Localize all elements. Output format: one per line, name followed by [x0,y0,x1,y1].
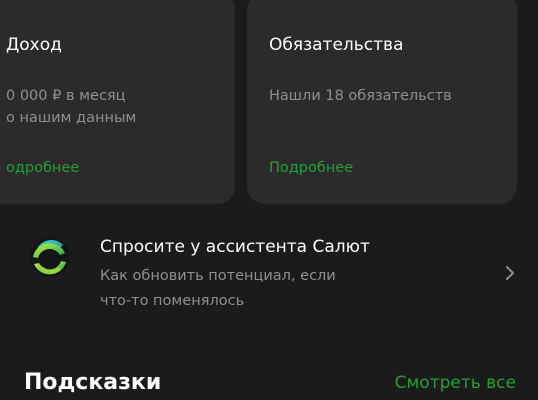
obligations-card-description: Нашли 18 обязательств [269,85,452,107]
hints-section-title: Подсказки [24,370,162,395]
income-card-source: о нашим данным [6,110,137,126]
income-details-link[interactable]: одробнее [6,158,79,178]
obligations-card-title: Обязательства [269,35,404,55]
obligations-count: Нашли 18 обязательств [269,88,452,104]
income-card[interactable]: Доход 0 000 ₽ в месяц о нашим данным одр… [0,0,235,204]
assistant-description-line-1: Как обновить потенциал, если [100,268,336,284]
assistant-description-line-2: что-то поменялось [100,293,245,309]
income-card-description: 0 000 ₽ в месяц о нашим данным [6,85,136,129]
chevron-right-icon [506,266,514,280]
see-all-hints-link[interactable]: Смотреть все [395,370,516,396]
assistant-description: Как обновить потенциал, если что-то поме… [100,264,336,314]
assistant-title: Спросите у ассистента Салют [100,237,370,257]
obligations-details-link[interactable]: Подробнее [269,158,353,178]
salute-logo-icon [30,237,70,277]
assistant-salute-row[interactable]: Спросите у ассистента Салют Как обновить… [0,222,538,322]
income-card-amount: 0 000 ₽ в месяц [6,88,126,104]
obligations-card[interactable]: Обязательства Нашли 18 обязательств Подр… [247,0,517,204]
income-card-title: Доход [6,35,62,55]
